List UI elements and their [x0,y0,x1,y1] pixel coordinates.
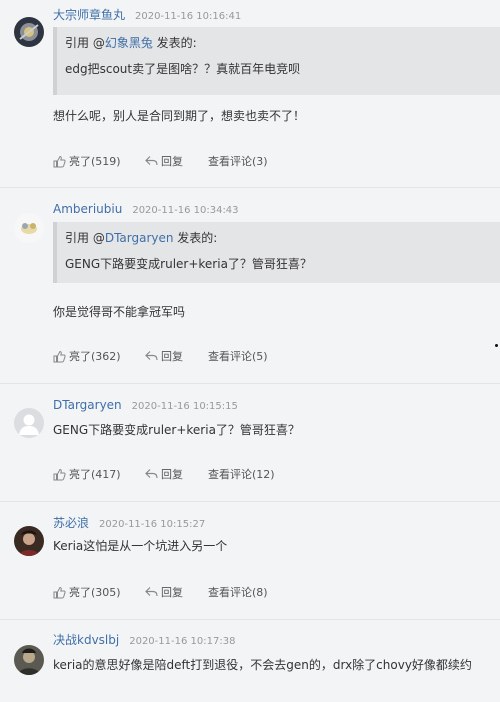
timestamp: 2020-11-16 10:16:41 [135,11,242,22]
view-count: (8) [252,585,268,599]
quote-header: 引用 @幻象黑兔 发表的: [65,34,197,51]
comment-header: Amberiubiu 2020-11-16 10:34:43 [53,198,239,216]
avatar[interactable] [14,645,44,675]
quote-block: 引用 @幻象黑兔 发表的: edg把scout卖了是图啥？？真就百年电竞呗 [53,27,500,95]
quote-user-link[interactable]: 幻象黑兔 [105,36,153,50]
thumbs-up-icon [53,468,66,480]
quote-prefix: 引用 @ [65,36,105,50]
reply-arrow-icon [145,156,158,166]
timestamp: 2020-11-16 10:17:38 [129,636,236,647]
avatar[interactable] [14,408,44,438]
reply-button[interactable]: 回复 [145,153,183,169]
comment-item: 决战kdvslbj 2020-11-16 10:17:38 keria的意思好像是… [0,620,500,702]
default-avatar-icon [14,408,44,438]
reply-arrow-icon [145,587,158,597]
reply-label: 回复 [161,350,183,363]
avatar-image [14,213,44,243]
comment-header: 苏必浪 2020-11-16 10:15:27 [53,512,206,530]
thumbs-up-icon [53,350,66,362]
view-comments-link[interactable]: 查看评论 (3) [208,153,268,169]
scroll-indicator [495,344,498,347]
comment-text: 想什么呢，别人是合同到期了，想卖也卖不了！ [53,109,306,123]
avatar[interactable] [14,17,44,47]
avatar[interactable] [14,213,44,243]
reply-label: 回复 [161,155,183,168]
reply-arrow-icon [145,469,158,479]
reply-label: 回复 [161,468,183,481]
view-label: 查看评论 [208,155,252,168]
view-count: (3) [252,154,268,168]
view-count: (5) [252,349,268,363]
reply-arrow-icon [145,351,158,361]
quote-user-link[interactable]: DTargaryen [105,231,174,245]
quote-prefix: 引用 @ [65,231,105,245]
like-label: 亮了 [69,155,91,168]
view-comments-link[interactable]: 查看评论 (5) [208,348,268,364]
reply-button[interactable]: 回复 [145,348,183,364]
quote-suffix: 发表的: [152,36,197,50]
quote-text: GENG下路要变成ruler+keria了？管哥狂喜？ [65,257,312,271]
comment-text: keria的意思好像是陪deft打到退役，不会去gen的，drx除了chovy好… [53,658,472,672]
like-button[interactable]: 亮了 (305) [53,584,121,600]
like-count: (362) [91,349,121,363]
view-label: 查看评论 [208,350,252,363]
comment-item: 苏必浪 2020-11-16 10:15:27 Keria这怕是从一个坑进入另一个… [0,502,500,620]
reply-button[interactable]: 回复 [145,466,183,482]
comment-header: 大宗师章鱼丸 2020-11-16 10:16:41 [53,4,242,22]
username-link[interactable]: 苏必浪 [53,516,89,530]
view-label: 查看评论 [208,586,252,599]
like-button[interactable]: 亮了 (519) [53,153,121,169]
comment-item: Amberiubiu 2020-11-16 10:34:43 引用 @DTarga… [0,188,500,384]
avatar-image [14,526,44,556]
username-link[interactable]: 决战kdvslbj [53,633,119,647]
quote-suffix: 发表的: [173,231,218,245]
reply-label: 回复 [161,586,183,599]
like-label: 亮了 [69,468,91,481]
timestamp: 2020-11-16 10:34:43 [132,205,239,216]
timestamp: 2020-11-16 10:15:15 [131,401,238,412]
reply-button[interactable]: 回复 [145,584,183,600]
like-button[interactable]: 亮了 (362) [53,348,121,364]
comment-item: 大宗师章鱼丸 2020-11-16 10:16:41 引用 @幻象黑兔 发表的: … [0,0,500,188]
view-count: (12) [252,467,275,481]
timestamp: 2020-11-16 10:15:27 [99,519,206,530]
avatar-image [14,645,44,675]
view-comments-link[interactable]: 查看评论 (12) [208,466,275,482]
like-count: (417) [91,467,121,481]
username-link[interactable]: Amberiubiu [53,202,122,216]
comment-text: Keria这怕是从一个坑进入另一个 [53,539,228,553]
thumbs-up-icon [53,586,66,598]
thumbs-up-icon [53,155,66,167]
like-button[interactable]: 亮了 (417) [53,466,121,482]
like-label: 亮了 [69,586,91,599]
view-comments-link[interactable]: 查看评论 (8) [208,584,268,600]
comment-text: 你是觉得哥不能拿冠军吗 [53,305,186,319]
quote-block: 引用 @DTargaryen 发表的: GENG下路要变成ruler+keria… [53,222,500,283]
quote-text: edg把scout卖了是图啥？？真就百年电竞呗 [65,62,301,76]
username-link[interactable]: DTargaryen [53,398,122,412]
comment-header: DTargaryen 2020-11-16 10:15:15 [53,394,238,412]
avatar[interactable] [14,526,44,556]
comment-item: DTargaryen 2020-11-16 10:15:15 GENG下路要变成r… [0,384,500,502]
comment-header: 决战kdvslbj 2020-11-16 10:17:38 [53,629,236,647]
view-label: 查看评论 [208,468,252,481]
like-count: (519) [91,154,121,168]
avatar-image [14,17,44,47]
quote-header: 引用 @DTargaryen 发表的: [65,229,217,246]
like-label: 亮了 [69,350,91,363]
comment-text: GENG下路要变成ruler+keria了？管哥狂喜？ [53,423,300,437]
username-link[interactable]: 大宗师章鱼丸 [53,8,125,22]
like-count: (305) [91,585,121,599]
